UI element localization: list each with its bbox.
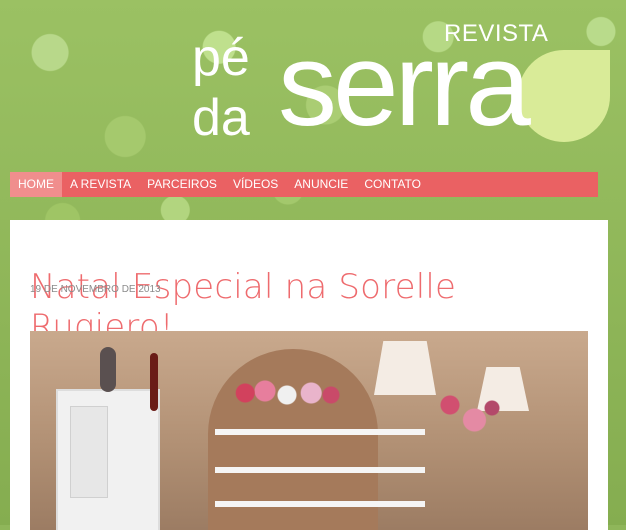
nav-anuncie[interactable]: ANUNCIE: [286, 172, 356, 197]
image-lamp: [374, 341, 436, 395]
nav-videos[interactable]: VÍDEOS: [225, 172, 286, 197]
image-flowers: [232, 377, 342, 417]
post-card: Natal Especial na Sorelle Rugiero! 19 DE…: [10, 220, 608, 530]
nav-home[interactable]: HOME: [10, 172, 62, 197]
nav-a-revista[interactable]: A REVISTA: [62, 172, 139, 197]
post-date: 19 DE NOVEMBRO DE 2013: [30, 284, 161, 295]
image-shelf: [215, 429, 425, 435]
nav-parceiros[interactable]: PARCEIROS: [139, 172, 225, 197]
image-shelf: [215, 467, 425, 473]
image-shelf: [215, 501, 425, 507]
nav-contato[interactable]: CONTATO: [356, 172, 429, 197]
logo-accent-shape: [518, 50, 610, 142]
logo-da-text: da: [192, 89, 250, 147]
image-vase: [100, 347, 116, 392]
logo-serra-text: serra: [278, 19, 531, 151]
image-flowers: [436, 387, 506, 447]
image-vase: [150, 353, 158, 411]
post-featured-image[interactable]: [30, 331, 588, 530]
main-nav: HOME A REVISTA PARCEIROS VÍDEOS ANUNCIE …: [10, 172, 598, 197]
site-logo[interactable]: REVISTA pé da serra: [192, 14, 620, 164]
image-cabinet-door: [70, 406, 108, 498]
logo-pe-text: pé: [192, 29, 250, 87]
